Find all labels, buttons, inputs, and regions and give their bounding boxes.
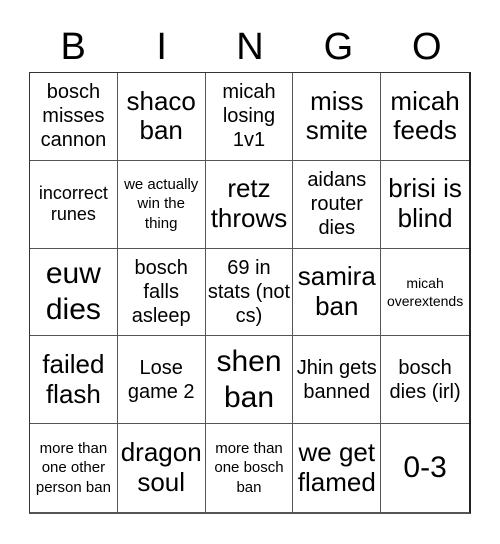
bingo-cell-text: failed flash	[42, 348, 105, 409]
bingo-cell[interactable]: incorrect runes	[30, 160, 118, 249]
bingo-cell[interactable]: Lose game 2	[117, 336, 206, 425]
header-letter-b: B	[60, 26, 86, 68]
bingo-header: B I N G O	[29, 24, 471, 70]
bingo-cell-text: retz throws	[210, 173, 288, 234]
bingo-cell[interactable]: we actually win the thing	[117, 160, 206, 249]
header-letter-i: I	[156, 26, 167, 68]
bingo-cell[interactable]: retz throws	[205, 160, 294, 249]
bingo-cell[interactable]: more than one other person ban	[30, 424, 118, 512]
bingo-cell-text: aidans router dies	[307, 169, 367, 240]
bingo-cell-text: incorrect runes	[38, 182, 108, 225]
bingo-cell[interactable]: shaco ban	[117, 73, 206, 161]
bingo-cell-text: more than one bosch ban	[214, 439, 284, 496]
bingo-cell[interactable]: micah losing 1v1	[205, 73, 294, 161]
bingo-cell-text: micah losing 1v1	[222, 81, 276, 152]
bingo-cell-text: we actually win the thing	[124, 175, 199, 232]
bingo-cell-text: 0-3	[403, 451, 447, 485]
bingo-cell-text: shen ban	[216, 344, 282, 414]
bingo-cell[interactable]: failed flash	[30, 336, 118, 425]
bingo-cell[interactable]: 69 in stats (not cs)	[205, 248, 294, 337]
bingo-cell-text: miss smite	[305, 85, 368, 146]
bingo-cell-text: bosch dies (irl)	[389, 356, 461, 403]
bingo-cell[interactable]: euw dies	[30, 248, 118, 337]
bingo-cell[interactable]: bosch misses cannon	[30, 73, 118, 161]
bingo-cell[interactable]: dragon soul	[118, 424, 206, 512]
bingo-cell-text: brisi is blind	[388, 173, 462, 234]
bingo-cell-text: bosch misses cannon	[40, 81, 107, 152]
bingo-cell-text: 69 in stats (not cs)	[207, 256, 291, 327]
bingo-cell-text: bosch falls asleep	[131, 256, 191, 327]
bingo-cell[interactable]: brisi is blind	[381, 161, 469, 249]
bingo-cell-text: micah overextends	[386, 274, 464, 309]
bingo-cell[interactable]: aidans router dies	[293, 160, 382, 249]
bingo-cell[interactable]: bosch dies (irl)	[381, 336, 469, 425]
header-letter-o: O	[412, 26, 442, 68]
bingo-cell[interactable]: miss smite	[293, 73, 382, 161]
bingo-cell-text: euw dies	[45, 256, 101, 326]
bingo-cell-text: Jhin gets banned	[296, 356, 377, 403]
bingo-cell[interactable]: more than one bosch ban	[206, 424, 294, 512]
bingo-cell-text: Lose game 2	[127, 356, 195, 403]
bingo-cell-text: samira ban	[297, 261, 376, 321]
bingo-cell-text: we get flamed	[297, 437, 376, 498]
bingo-card-grid: bosch misses cannon shaco ban micah losing…	[29, 72, 471, 514]
header-letter-n: N	[236, 26, 264, 68]
bingo-cell[interactable]: 0-3	[381, 424, 469, 512]
bingo-cell[interactable]: micah overextends	[381, 249, 469, 337]
bingo-cell-text: shaco ban	[126, 85, 196, 146]
bingo-cell-text: more than one other person ban	[35, 439, 111, 496]
bingo-cell[interactable]: Jhin gets banned	[293, 336, 382, 425]
bingo-cell[interactable]: shen ban	[205, 336, 294, 425]
bingo-cell-text: micah feeds	[390, 85, 460, 146]
bingo-cell-text: dragon soul	[120, 437, 202, 498]
bingo-cell[interactable]: bosch falls asleep	[117, 248, 206, 337]
bingo-cell[interactable]: micah feeds	[381, 73, 469, 161]
bingo-cell[interactable]: samira ban	[293, 248, 382, 337]
bingo-cell[interactable]: we get flamed	[293, 424, 382, 512]
header-letter-g: G	[323, 26, 354, 68]
